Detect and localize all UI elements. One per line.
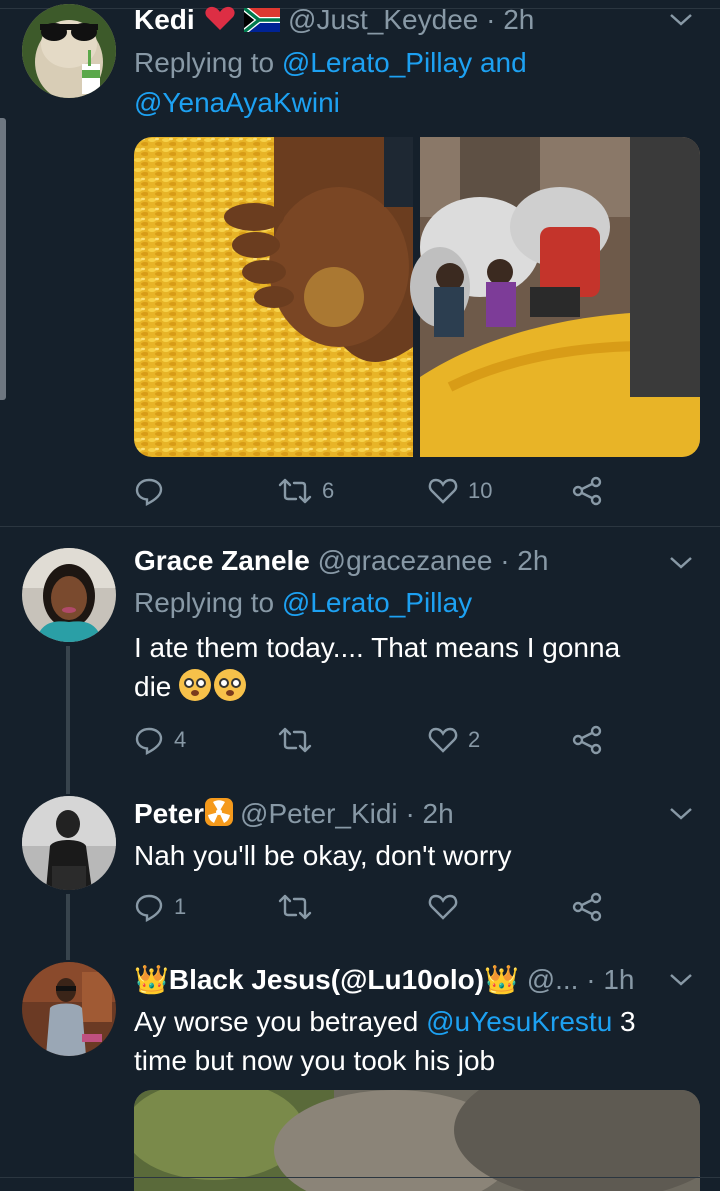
like-icon xyxy=(428,478,458,504)
retweet-button[interactable] xyxy=(278,720,322,760)
tweet-text-word: die xyxy=(134,671,172,702)
retweet-button[interactable]: 6 xyxy=(278,471,334,511)
chevron-down-icon[interactable] xyxy=(668,804,694,824)
reply-count: 1 xyxy=(174,894,187,919)
divider xyxy=(0,526,720,527)
media-grid[interactable] xyxy=(134,137,700,457)
tweet-text-line: Ay worse you betrayed @uYesuKrestu 3 xyxy=(134,1002,680,1041)
display-name[interactable]: 👑Black Jesus(@Lu10olo)👑 xyxy=(134,964,519,995)
avatar-kedi[interactable] xyxy=(22,4,116,98)
handle[interactable]: @Peter_Kidi xyxy=(240,798,398,829)
name-badges xyxy=(204,5,281,41)
thread-line xyxy=(66,894,70,960)
retweet-icon xyxy=(278,727,312,753)
chevron-down-icon[interactable] xyxy=(668,970,694,990)
bottom-divider xyxy=(0,1177,720,1178)
like-icon xyxy=(428,894,458,920)
tweet-header: Kedi @Just_Keydee · 2h xyxy=(134,2,672,41)
avatar-grace[interactable] xyxy=(22,548,116,642)
tweet-text-line: die xyxy=(134,667,680,706)
tweet-actions: 1 xyxy=(134,887,614,927)
retweet-button[interactable] xyxy=(278,887,322,927)
share-icon xyxy=(572,476,602,506)
share-button[interactable] xyxy=(572,887,602,927)
avatar-black-jesus[interactable] xyxy=(22,962,116,1056)
mention-link[interactable]: @YenaAyaKwini xyxy=(134,87,340,118)
timestamp[interactable]: · 1h xyxy=(586,964,634,995)
share-button[interactable] xyxy=(572,471,602,511)
like-count: 2 xyxy=(468,727,481,752)
display-name[interactable]: Peter xyxy=(134,798,204,829)
tweet-text: Ay worse you betrayed @uYesuKrestu 3 tim… xyxy=(134,1002,680,1080)
reply-icon xyxy=(135,727,163,755)
replying-to: Replying to @Lerato_Pillay and xyxy=(134,44,527,82)
tweet-header: Grace Zanele @gracezanee · 2h xyxy=(134,543,672,579)
tweet-header: 👑Black Jesus(@Lu10olo)👑 @... · 1h xyxy=(134,962,672,998)
replying-prefix: Replying to xyxy=(134,47,275,78)
media-image-right[interactable] xyxy=(410,137,700,457)
tweet-text-line: time but now you took his job xyxy=(134,1045,496,1076)
reply-icon xyxy=(135,478,163,506)
reply-button[interactable]: 1 xyxy=(134,887,186,927)
thread-line xyxy=(66,646,70,794)
like-button[interactable] xyxy=(428,887,468,927)
tweet-header: Peter @Peter_Kidi · 2h xyxy=(134,796,672,836)
handle[interactable]: @... xyxy=(527,964,579,995)
scroll-indicator[interactable] xyxy=(0,118,6,400)
retweet-icon xyxy=(278,478,312,504)
retweet-icon xyxy=(278,894,312,920)
tweet-text-line: I ate them today.... That means I gonna xyxy=(134,632,621,663)
reply-button[interactable]: 4 xyxy=(134,720,186,760)
retweet-count: 6 xyxy=(322,478,335,503)
reply-icon xyxy=(135,894,163,922)
tweet-text-fragment: Ay worse you betrayed xyxy=(134,1006,427,1037)
avatar-peter[interactable] xyxy=(22,796,116,890)
like-button[interactable]: 10 xyxy=(428,471,492,511)
tweet-text: I ate them today.... That means I gonna … xyxy=(134,628,680,706)
share-button[interactable] xyxy=(572,720,602,760)
chevron-down-icon[interactable] xyxy=(668,10,694,30)
like-icon xyxy=(428,727,458,753)
replying-prefix: Replying to xyxy=(134,587,275,618)
share-icon xyxy=(572,892,602,922)
handle[interactable]: @Just_Keydee xyxy=(288,4,478,35)
display-name[interactable]: Grace Zanele xyxy=(134,545,310,576)
mention-joiner[interactable]: and xyxy=(480,47,527,78)
handle[interactable]: @gracezanee xyxy=(318,545,493,576)
mention-link[interactable]: @uYesuKrestu xyxy=(426,1006,612,1037)
media-image[interactable] xyxy=(134,1090,700,1191)
mention-link[interactable]: @Lerato_Pillay xyxy=(282,47,472,78)
flushed-face-emoji xyxy=(179,669,212,701)
display-name[interactable]: Kedi xyxy=(134,4,195,35)
reply-count: 4 xyxy=(174,727,187,752)
share-icon xyxy=(572,725,602,755)
reply-button[interactable] xyxy=(134,471,174,511)
timestamp[interactable]: · 2h xyxy=(405,798,453,829)
mention-link[interactable]: @Lerato_Pillay xyxy=(282,587,472,618)
heart-icon xyxy=(205,6,236,30)
radioactive-icon xyxy=(204,797,234,836)
media-image-left[interactable] xyxy=(134,137,413,457)
chevron-down-icon[interactable] xyxy=(668,553,694,573)
replying-to-line2: @YenaAyaKwini xyxy=(134,84,340,122)
like-button[interactable]: 2 xyxy=(428,720,480,760)
tweet-text-fragment: 3 xyxy=(612,1006,636,1037)
timestamp[interactable]: · 2h xyxy=(500,545,548,576)
replying-to: Replying to @Lerato_Pillay xyxy=(134,584,472,622)
tweet-actions: 4 2 xyxy=(134,720,614,760)
flushed-face-emoji xyxy=(214,669,247,701)
timestamp[interactable]: · 2h xyxy=(486,4,534,35)
tweet-text: Nah you'll be okay, don't worry xyxy=(134,840,512,871)
like-count: 10 xyxy=(468,478,493,503)
tweet-actions: 6 10 xyxy=(134,471,614,511)
flushed-emoji-pair xyxy=(179,669,249,702)
south-africa-flag-icon xyxy=(244,8,281,32)
